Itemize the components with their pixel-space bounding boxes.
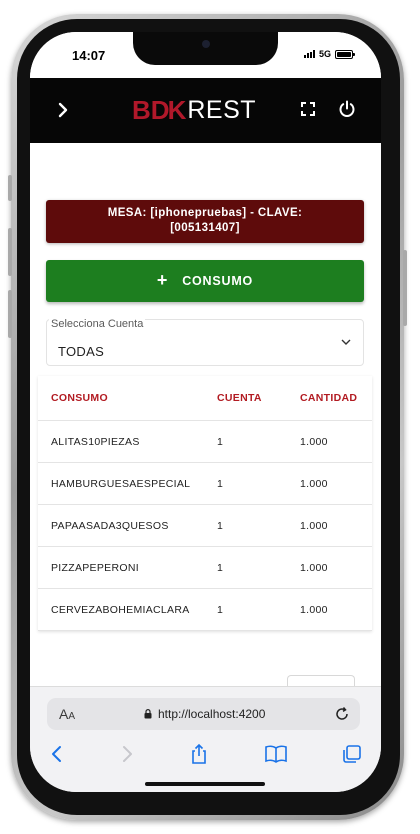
column-header-cantidad[interactable]: CANTIDAD [300,392,357,404]
reader-aa-button[interactable]: AA [59,706,75,722]
tabs-icon[interactable] [341,743,363,765]
power-icon[interactable] [338,100,356,118]
cell-cuenta: 1 [217,520,224,532]
table-header-row: CONSUMO CUENTA CANTIDAD [38,376,372,421]
back-icon[interactable] [46,743,68,765]
table-row[interactable]: PAPAASADA3QUESOS 1 1.000 [38,505,372,547]
cuenta-select[interactable]: Selecciona Cuenta TODAS [46,318,364,366]
add-consumo-label: CONSUMO [182,274,254,288]
mute-switch [8,175,12,201]
volume-up-button [8,228,12,276]
app-logo: B D K REST [132,95,256,126]
cell-consumo: ALITAS10PIEZAS [51,436,140,448]
cell-consumo: PAPAASADA3QUESOS [51,520,169,532]
reload-icon[interactable] [334,706,350,722]
forward-icon[interactable] [116,743,138,765]
cuenta-select-value: TODAS [58,344,105,359]
cell-cantidad: 1.000 [300,478,328,490]
logo-letter-b: B [132,95,151,125]
cell-cantidad: 1.000 [300,604,328,616]
home-indicator[interactable] [145,782,265,786]
table-row[interactable]: PIZZAPEPERONI 1 1.000 [38,547,372,589]
fullscreen-icon[interactable] [301,102,315,116]
cell-cuenta: 1 [217,562,224,574]
signal-icon [303,50,315,58]
column-header-cuenta[interactable]: CUENTA [217,392,262,404]
cell-cantidad: 1.000 [300,562,328,574]
logo-rest-text: REST [187,96,257,124]
cell-cuenta: 1 [217,604,224,616]
notch [133,32,278,65]
phone-screen: 14:07 5G B D K REST MESA: [iphonepruebas… [30,32,381,792]
mesa-info-text: MESA: [iphonepruebas] - CLAVE: [107,207,303,219]
cell-cuenta: 1 [217,436,224,448]
network-type: 5G [318,49,331,59]
plus-icon: + [156,269,169,290]
address-bar[interactable]: AA http://localhost:4200 [47,698,360,730]
share-icon[interactable] [188,743,210,765]
consumo-table: CONSUMO CUENTA CANTIDAD ALITAS10PIEZAS 1… [38,376,372,631]
chevron-right-icon[interactable] [56,99,72,121]
browser-toolbar: AA http://localhost:4200 [30,686,381,792]
cell-cantidad: 1.000 [300,436,328,448]
side-power-button [403,250,407,326]
camera-icon [202,40,210,48]
battery-icon [335,49,355,59]
table-row[interactable]: ALITAS10PIEZAS 1 1.000 [38,421,372,463]
table-row[interactable]: CERVEZABOHEMIACLARA 1 1.000 [38,589,372,631]
mesa-clave-text: [005131407] [170,222,240,234]
status-time: 14:07 [72,48,106,63]
add-consumo-button[interactable]: + CONSUMO [46,260,364,302]
cell-cuenta: 1 [217,478,224,490]
cuenta-select-label: Selecciona Cuenta [49,318,146,330]
cell-consumo: CERVEZABOHEMIACLARA [51,604,190,616]
app-header: B D K REST [30,78,381,143]
cell-consumo: PIZZAPEPERONI [51,562,139,574]
table-row[interactable]: HAMBURGUESAESPECIAL 1 1.000 [38,463,372,505]
url-text: http://localhost:4200 [158,707,266,721]
bookmarks-icon[interactable] [264,743,288,765]
chevron-down-icon [341,339,351,345]
status-indicators: 5G [303,49,355,59]
logo-letter-k: K [167,95,187,125]
lock-icon [144,709,152,719]
column-header-consumo[interactable]: CONSUMO [51,392,108,404]
cell-consumo: HAMBURGUESAESPECIAL [51,478,191,490]
cell-cantidad: 1.000 [300,520,328,532]
mesa-banner: MESA: [iphonepruebas] - CLAVE: [00513140… [46,200,364,243]
volume-down-button [8,290,12,338]
